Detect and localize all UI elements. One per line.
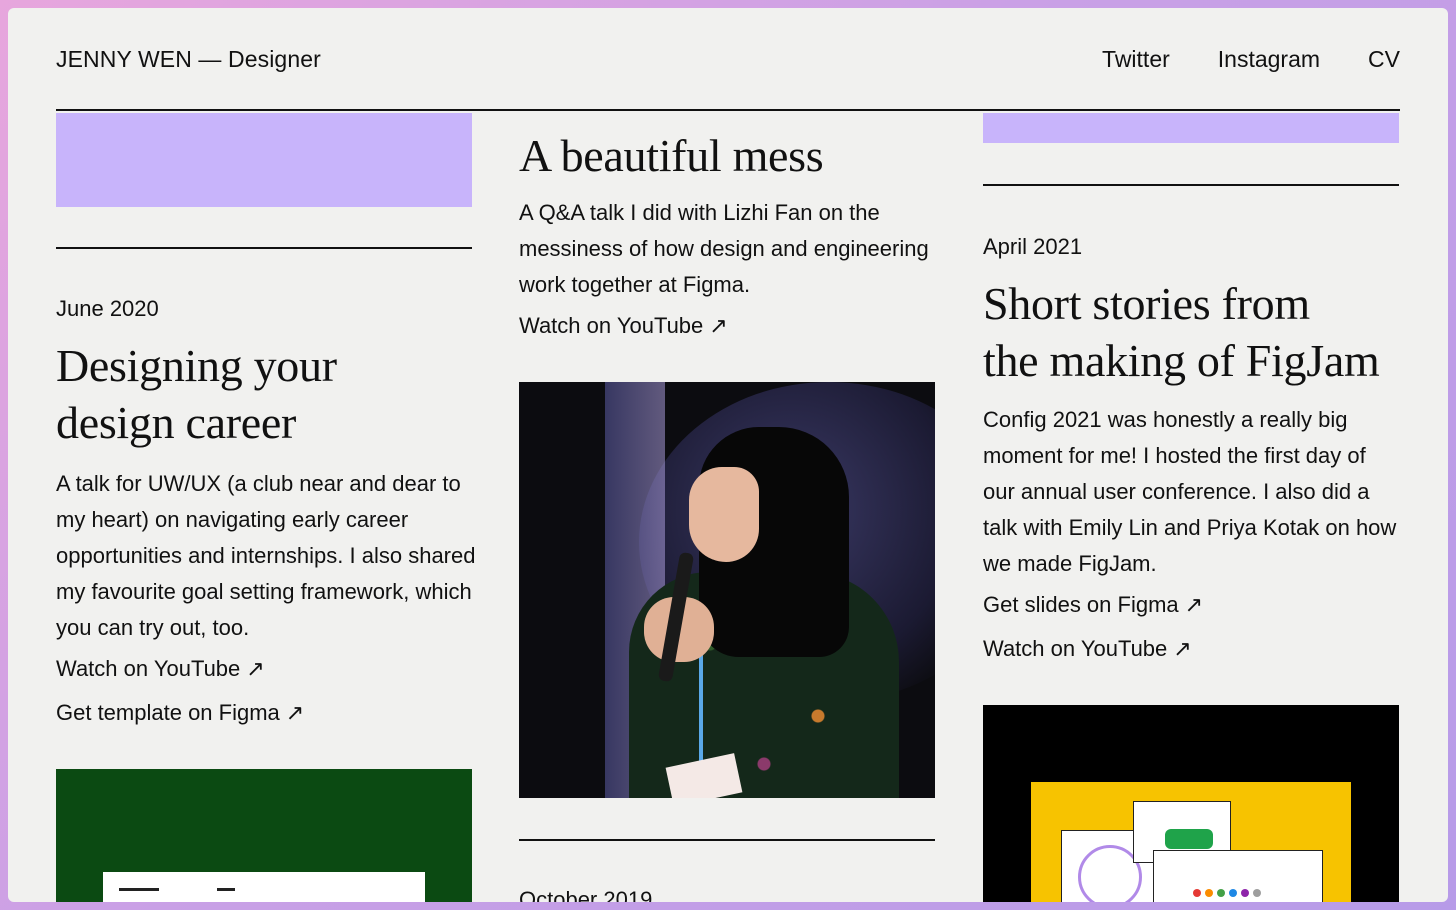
sheet-text bbox=[119, 888, 159, 891]
color-dot bbox=[1241, 889, 1249, 897]
link-label: Watch on YouTube bbox=[56, 656, 241, 681]
site-header: JENNY WEN — Designer Twitter Instagram C… bbox=[56, 8, 1400, 111]
link-label: Watch on YouTube bbox=[983, 636, 1168, 661]
divider bbox=[56, 247, 472, 249]
lavender-image-block bbox=[56, 113, 472, 207]
color-palette bbox=[1193, 889, 1261, 897]
post-date: October 2019 bbox=[519, 887, 653, 902]
title-line: Designing your bbox=[56, 340, 337, 391]
title-line: design career bbox=[56, 397, 297, 448]
site-brand[interactable]: JENNY WEN — Designer bbox=[56, 46, 321, 73]
post-title[interactable]: Designing your design career bbox=[56, 337, 486, 451]
post-description: Config 2021 was honestly a really big mo… bbox=[983, 407, 1397, 576]
chat-bubble bbox=[1165, 829, 1213, 849]
divider bbox=[519, 839, 935, 841]
sheet-text bbox=[217, 888, 235, 891]
color-dot bbox=[1205, 889, 1213, 897]
color-dot bbox=[1217, 889, 1225, 897]
divider bbox=[983, 184, 1399, 186]
external-link-icon: ↗ bbox=[285, 700, 305, 725]
post-date: April 2021 bbox=[983, 234, 1083, 259]
top-nav: Twitter Instagram CV bbox=[1102, 46, 1400, 73]
external-link-icon: ↗ bbox=[1184, 592, 1204, 617]
speaker-face bbox=[689, 467, 759, 562]
speaker-photo[interactable] bbox=[519, 382, 935, 798]
post-description: A talk for UW/UX (a club near and dear t… bbox=[56, 471, 476, 640]
nav-cv[interactable]: CV bbox=[1368, 46, 1400, 73]
figjam-preview-image[interactable] bbox=[983, 705, 1399, 902]
post-date: June 2020 bbox=[56, 296, 159, 321]
watch-youtube-link[interactable]: Watch on YouTube ↗ bbox=[56, 656, 265, 682]
post-title[interactable]: Short stories from the making of FigJam bbox=[983, 275, 1413, 389]
external-link-icon: ↗ bbox=[709, 313, 728, 338]
nav-twitter[interactable]: Twitter bbox=[1102, 46, 1170, 73]
link-label: Get template on Figma bbox=[56, 700, 280, 725]
color-dot bbox=[1193, 889, 1201, 897]
external-link-icon: ↗ bbox=[1173, 636, 1192, 661]
watch-youtube-link[interactable]: Watch on YouTube ↗ bbox=[983, 636, 1192, 662]
post-description: A Q&A talk I did with Lizhi Fan on the m… bbox=[519, 200, 929, 297]
get-template-link[interactable]: Get template on Figma ↗ bbox=[56, 700, 304, 726]
color-dot bbox=[1253, 889, 1261, 897]
link-label: Get slides on Figma bbox=[983, 592, 1179, 617]
color-dot bbox=[1229, 889, 1237, 897]
template-preview-image[interactable] bbox=[56, 769, 472, 902]
external-link-icon: ↗ bbox=[246, 656, 265, 681]
nav-instagram[interactable]: Instagram bbox=[1218, 46, 1320, 73]
lavender-image-block bbox=[983, 113, 1399, 143]
title-line: the making of FigJam bbox=[983, 335, 1380, 386]
browser-window: JENNY WEN — Designer Twitter Instagram C… bbox=[8, 8, 1448, 902]
get-slides-link[interactable]: Get slides on Figma ↗ bbox=[983, 592, 1203, 618]
title-line: Short stories from bbox=[983, 278, 1310, 329]
post-title[interactable]: A beautiful mess bbox=[519, 127, 949, 184]
link-label: Watch on YouTube bbox=[519, 313, 704, 338]
watch-youtube-link[interactable]: Watch on YouTube ↗ bbox=[519, 313, 728, 339]
template-sheet bbox=[103, 872, 425, 902]
